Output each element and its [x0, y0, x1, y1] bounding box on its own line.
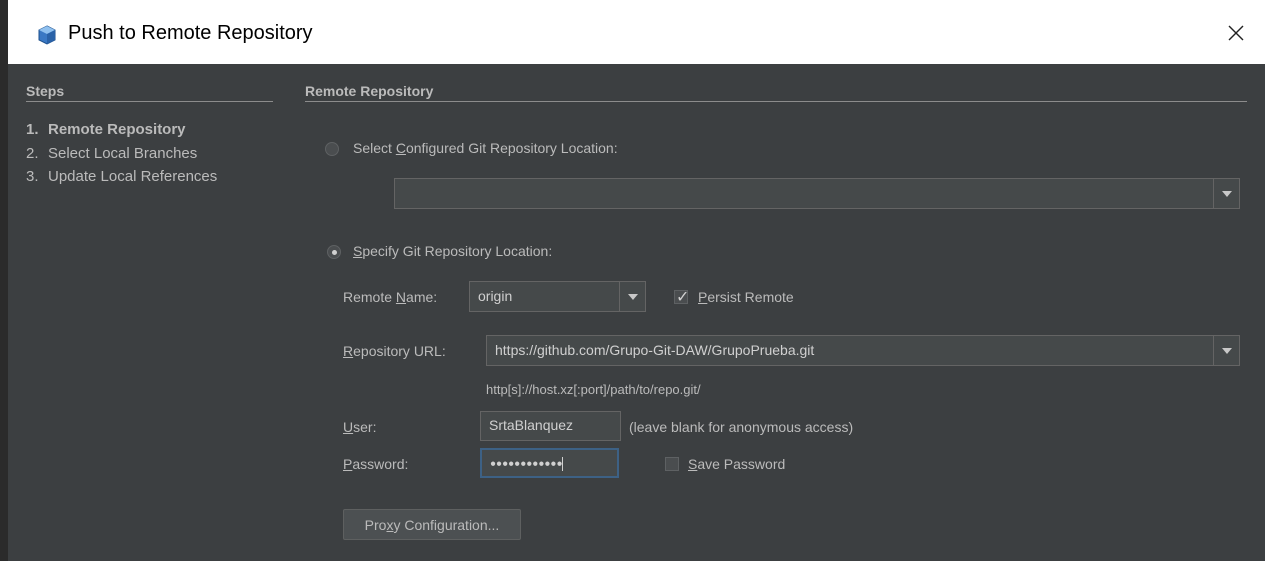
window-title: Push to Remote Repository: [68, 22, 313, 44]
step-update-local-references: 3. Update Local References: [26, 168, 218, 185]
specify-location-label[interactable]: Specify Git Repository Location:: [353, 243, 552, 259]
password-field[interactable]: ●●●●●●●●●●●●: [480, 448, 619, 478]
user-label: User:: [343, 419, 377, 435]
panel-separator: [305, 101, 1247, 102]
remote-name-combo[interactable]: origin: [469, 281, 646, 312]
user-field[interactable]: SrtaBlanquez: [480, 411, 621, 441]
panel-header: Remote Repository: [305, 83, 434, 99]
persist-remote-checkbox[interactable]: ✓: [674, 289, 690, 306]
save-password-checkbox[interactable]: [665, 457, 679, 471]
steps-separator: [26, 101, 273, 102]
close-icon: [1228, 25, 1244, 41]
dialog-content: Steps 1. Remote Repository 2. Select Local…: [8, 64, 1265, 561]
chevron-down-icon: [627, 293, 638, 300]
checkmark-icon: ✓: [676, 289, 690, 306]
configured-location-radio[interactable]: [325, 142, 339, 156]
steps-header: Steps: [26, 83, 65, 99]
repository-url-hint: http[s]://host.xz[:port]/path/to/repo.gi…: [486, 382, 701, 397]
chevron-down-icon: [1221, 347, 1232, 354]
configured-location-dropdown-button[interactable]: [1213, 179, 1239, 208]
close-button[interactable]: [1221, 18, 1251, 48]
chevron-down-icon: [1221, 190, 1232, 197]
cube-icon: [38, 25, 56, 45]
proxy-configuration-button[interactable]: Pro x y Configuration...: [343, 509, 521, 540]
persist-remote-label[interactable]: Persist Remote: [698, 289, 794, 305]
repository-url-combo[interactable]: https://github.com/Grupo-Git-DAW/GrupoPr…: [486, 335, 1240, 366]
repository-url-dropdown-button[interactable]: [1213, 336, 1239, 365]
step-remote-repository: 1. Remote Repository: [26, 121, 186, 138]
window-left-border: [0, 0, 8, 561]
step-select-local-branches: 2. Select Local Branches: [26, 145, 198, 162]
password-label: Password:: [343, 456, 409, 472]
remote-name-dropdown-button[interactable]: [619, 282, 645, 311]
user-hint: (leave blank for anonymous access): [629, 419, 854, 435]
remote-name-label: Remote Name:: [343, 289, 438, 305]
text-cursor: [562, 457, 564, 471]
configured-location-label[interactable]: Select Configured Git Repository Locatio…: [353, 140, 618, 156]
configured-location-combo[interactable]: [394, 178, 1240, 209]
title-bar[interactable]: Push to Remote Repository: [8, 0, 1265, 64]
repository-url-label: Repository URL:: [343, 343, 446, 359]
save-password-label[interactable]: Save Password: [688, 456, 785, 472]
specify-location-radio[interactable]: [327, 245, 341, 259]
